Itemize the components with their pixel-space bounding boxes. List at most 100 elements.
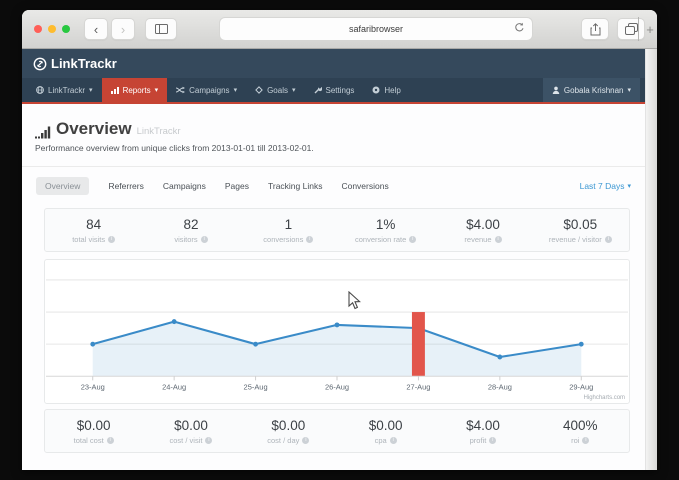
nav-item-help[interactable]: Help — [363, 78, 409, 102]
svg-text:27-Aug: 27-Aug — [406, 383, 430, 392]
nav-label: LinkTrackr — [48, 86, 85, 95]
user-menu[interactable]: Gobala Krishnan ▾ — [543, 78, 640, 102]
stat-conversions: 1 conversionsi — [240, 217, 337, 244]
traffic-chart[interactable]: 23-Aug24-Aug25-Aug26-Aug27-Aug28-Aug29-A… — [46, 261, 628, 402]
dashboard-body: Overview LinkTrackr Performance overview… — [22, 104, 645, 470]
traffic-chart-panel: 23-Aug24-Aug25-Aug26-Aug27-Aug28-Aug29-A… — [44, 259, 630, 404]
forward-button[interactable]: › — [111, 18, 135, 40]
stat-value: $0.00 — [337, 418, 434, 433]
tab-conversions[interactable]: Conversions — [341, 177, 388, 195]
stat-profit: $4.00 profiti — [434, 418, 531, 445]
svg-text:Highcharts.com: Highcharts.com — [584, 395, 625, 401]
user-name: Gobala Krishnan — [564, 86, 624, 95]
stat-cost-per-day: $0.00 cost / dayi — [240, 418, 337, 445]
page-heading: Overview LinkTrackr Performance overview… — [22, 104, 645, 167]
date-range-selector[interactable]: Last 7 Days ▾ — [580, 181, 631, 191]
info-icon[interactable]: i — [489, 437, 496, 444]
linktrackr-logo-icon — [33, 57, 47, 71]
diamond-icon — [255, 86, 263, 94]
svg-text:29-Aug: 29-Aug — [569, 383, 593, 392]
site-logo[interactable]: LinkTrackr — [33, 56, 117, 71]
stat-label: cost / day — [267, 436, 299, 445]
caret-down-icon: ▾ — [627, 87, 631, 94]
stat-label: conversion rate — [355, 235, 406, 244]
stat-label: cost / visit — [170, 436, 203, 445]
nav-item-goals[interactable]: Goals ▾ — [246, 78, 304, 102]
stat-value: $4.00 — [434, 418, 531, 433]
info-icon[interactable]: i — [605, 236, 612, 243]
site-header: LinkTrackr — [22, 49, 645, 78]
stat-cpa: $0.00 cpai — [337, 418, 434, 445]
wrench-icon — [314, 86, 322, 94]
nav-label: Reports — [123, 86, 151, 95]
page-title-suffix: LinkTrackr — [137, 126, 181, 137]
svg-text:25-Aug: 25-Aug — [244, 383, 268, 392]
zoom-window-button[interactable] — [62, 25, 70, 33]
nav-item-linktrackr[interactable]: LinkTrackr ▾ — [27, 78, 102, 102]
nav-label: Goals — [267, 86, 288, 95]
info-icon[interactable]: i — [201, 236, 208, 243]
stat-value: 84 — [45, 217, 142, 232]
info-icon[interactable]: i — [205, 437, 212, 444]
info-icon[interactable]: i — [409, 236, 416, 243]
nav-item-campaigns[interactable]: Campaigns ▾ — [167, 78, 246, 102]
tab-tracking-links[interactable]: Tracking Links — [268, 177, 322, 195]
info-icon[interactable]: i — [582, 437, 589, 444]
nav-item-reports[interactable]: Reports ▾ — [102, 78, 168, 102]
tab-overview[interactable]: Overview — [36, 177, 89, 195]
new-tab-button[interactable]: + — [638, 17, 657, 41]
tabs-icon — [625, 23, 638, 35]
stat-label: total cost — [74, 436, 104, 445]
stat-value: $0.00 — [240, 418, 337, 433]
info-icon[interactable]: i — [390, 437, 397, 444]
caret-down-icon: ▾ — [155, 87, 159, 94]
stat-value: $0.00 — [142, 418, 239, 433]
stat-label: visitors — [174, 235, 197, 244]
close-window-button[interactable] — [34, 25, 42, 33]
caret-down-icon: ▾ — [627, 183, 631, 190]
stat-visitors: 82 visitors i — [142, 217, 239, 244]
report-tabs: Overview Referrers Campaigns Pages Track… — [22, 167, 645, 203]
stat-value: $0.05 — [532, 217, 629, 232]
stat-label: cpa — [375, 436, 387, 445]
reload-icon — [514, 22, 525, 33]
user-icon — [552, 86, 560, 94]
browser-toolbar: ‹ › safaribrowser + — [22, 10, 657, 49]
window-right-gutter[interactable] — [645, 49, 657, 470]
tab-pages[interactable]: Pages — [225, 177, 249, 195]
stat-total-cost: $0.00 total costi — [45, 418, 142, 445]
mouse-cursor — [348, 291, 362, 311]
address-bar[interactable]: safaribrowser — [219, 17, 533, 41]
info-icon[interactable]: i — [495, 236, 502, 243]
stat-label: profit — [470, 436, 487, 445]
date-range-label: Last 7 Days — [580, 181, 625, 191]
back-button[interactable]: ‹ — [84, 18, 108, 40]
tab-referrers[interactable]: Referrers — [108, 177, 143, 195]
info-icon[interactable]: i — [306, 236, 313, 243]
stat-value: 1 — [240, 217, 337, 232]
stat-value: 82 — [142, 217, 239, 232]
stat-label: roi — [571, 436, 579, 445]
stat-label: revenue — [464, 235, 491, 244]
info-icon[interactable]: i — [107, 437, 114, 444]
sidebar-icon — [155, 24, 168, 34]
stats-row-top: 84 total visitsi 82 visitorsi 1 conversi… — [44, 208, 630, 252]
share-button[interactable] — [581, 18, 609, 40]
page-title: Overview — [56, 119, 132, 139]
info-icon[interactable]: i — [302, 437, 309, 444]
stat-value: $4.00 — [434, 217, 531, 232]
globe-icon — [36, 86, 44, 94]
info-icon[interactable]: i — [108, 236, 115, 243]
nav-label: Help — [384, 86, 400, 95]
sidebar-toggle-button[interactable] — [145, 18, 177, 40]
stat-value: $0.00 — [45, 418, 142, 433]
stat-revenue: $4.00 revenue i — [434, 217, 531, 244]
main-nav: LinkTrackr ▾ Reports ▾ Campaigns ▾ Goals… — [22, 78, 645, 102]
tab-campaigns[interactable]: Campaigns — [163, 177, 206, 195]
chart-bars-icon — [111, 86, 119, 94]
nav-item-settings[interactable]: Settings — [305, 78, 364, 102]
stat-conversion-rate: 1% conversion ratei — [337, 217, 434, 244]
minimize-window-button[interactable] — [48, 25, 56, 33]
overview-chart-icon — [35, 126, 51, 139]
reload-button[interactable] — [514, 22, 525, 35]
